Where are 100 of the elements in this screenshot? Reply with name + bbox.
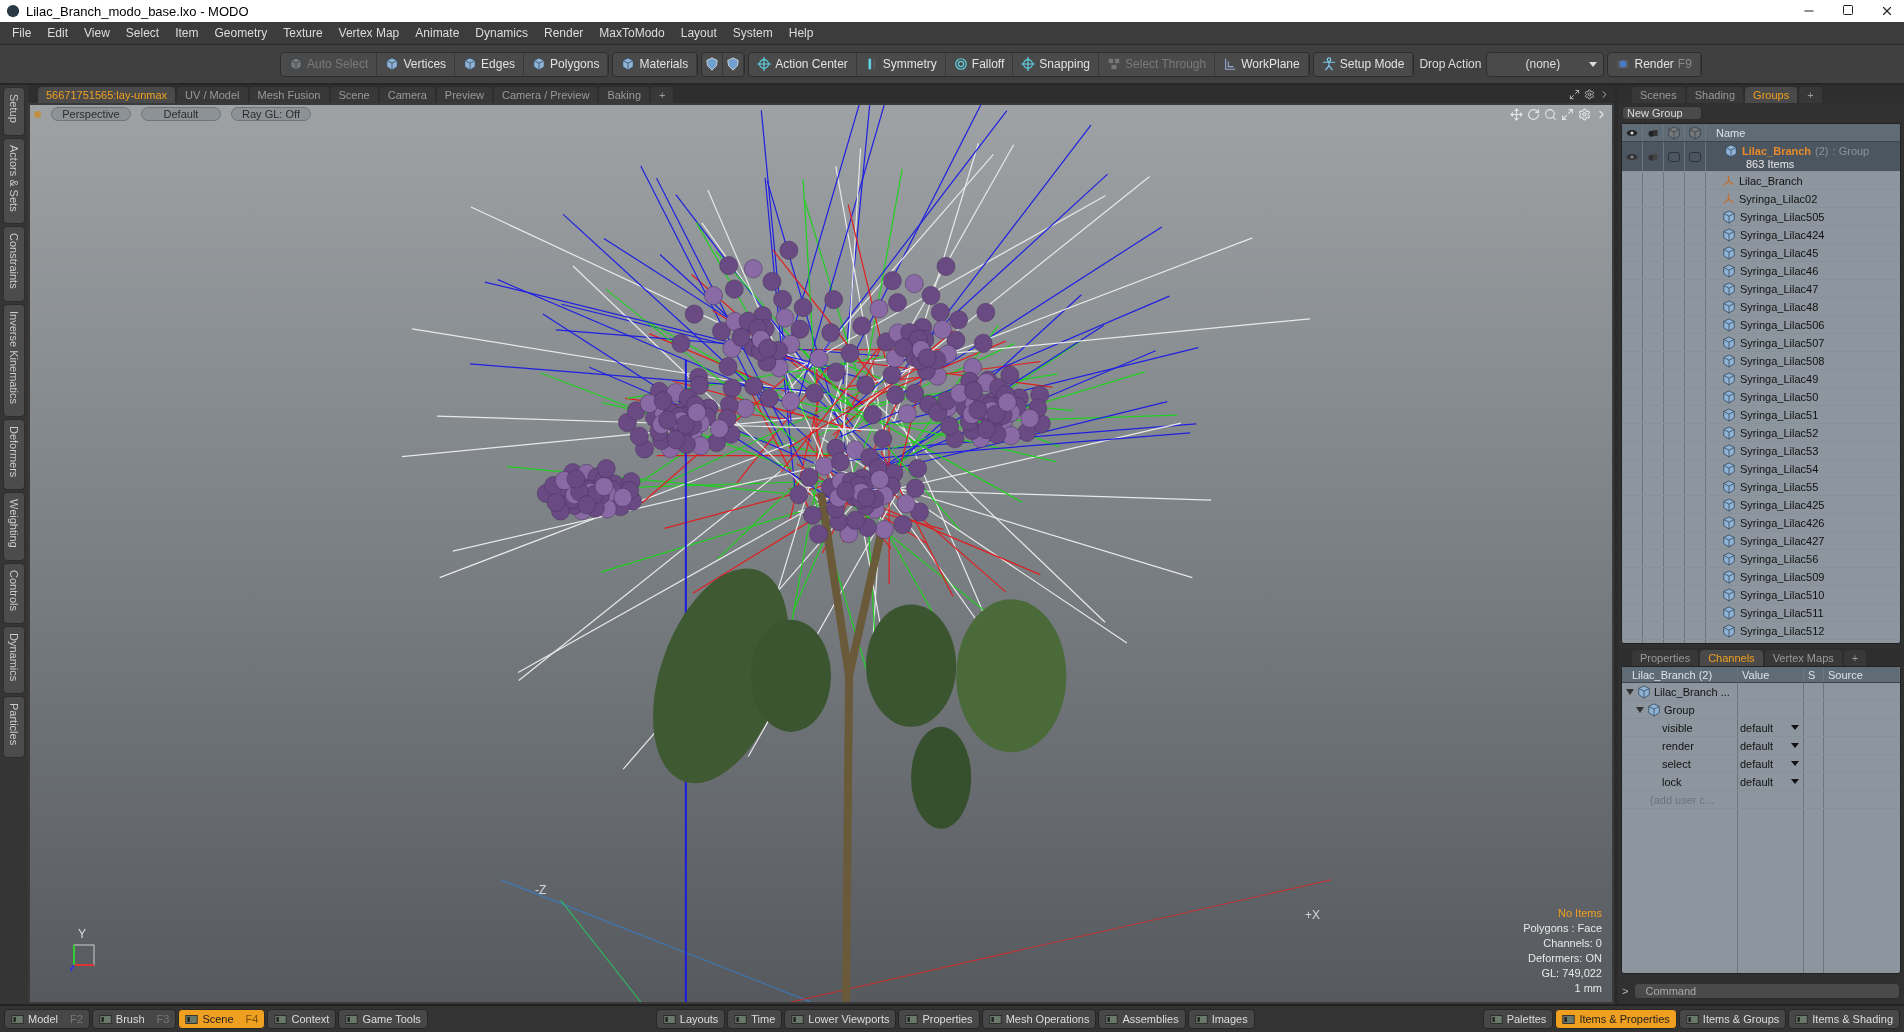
side-tab[interactable]: Inverse Kinematics — [3, 304, 25, 417]
list-item[interactable]: Syringa_Lilac02 — [1739, 192, 1818, 205]
toggle-box[interactable] — [1689, 151, 1701, 162]
list-item[interactable]: Syringa_Lilac46 — [1740, 264, 1819, 277]
viewport-tab[interactable]: Baking — [599, 87, 649, 103]
panel-tab[interactable]: Scenes — [1632, 87, 1685, 103]
maximize-icon[interactable] — [1569, 88, 1580, 100]
panel-tab[interactable]: Groups — [1745, 87, 1798, 103]
settings-icon[interactable] — [1584, 88, 1595, 100]
layout-tab[interactable]: Time — [727, 1009, 783, 1029]
list-item[interactable]: Syringa_Lilac54 — [1740, 462, 1819, 475]
layout-tab[interactable]: Properties — [898, 1009, 980, 1029]
list-item[interactable]: Syringa_Lilac425 — [1740, 498, 1825, 511]
side-tab[interactable]: Controls — [3, 563, 25, 624]
menu-item[interactable]: Layout — [672, 26, 725, 40]
layout-tab[interactable]: Lower Viewports — [784, 1009, 897, 1029]
side-tab[interactable]: Constraints — [3, 226, 25, 303]
layout-tab[interactable]: Context — [267, 1009, 337, 1029]
side-tab[interactable]: Dynamics — [3, 626, 25, 695]
viewport-button[interactable]: Perspective — [51, 107, 131, 121]
viewport-tab[interactable]: Camera — [379, 87, 435, 103]
value-dropdown[interactable]: default — [1740, 775, 1803, 788]
menu-item[interactable]: View — [76, 26, 118, 40]
close-icon[interactable] — [1880, 4, 1894, 18]
side-tab[interactable]: Particles — [3, 696, 25, 759]
viewport-button[interactable]: Default — [141, 107, 221, 121]
menu-item[interactable]: MaxToModo — [591, 26, 673, 40]
list-item[interactable]: Syringa_Lilac507 — [1740, 336, 1825, 349]
side-tab[interactable]: Weighting — [3, 492, 25, 562]
list-item[interactable]: Syringa_Lilac52 — [1740, 426, 1819, 439]
layout-tab[interactable]: Items & Shading — [1788, 1009, 1900, 1029]
menu-item[interactable]: Render — [536, 26, 592, 40]
panel-tab[interactable]: Channels — [1700, 650, 1763, 666]
toolbar-button[interactable]: Setup Mode — [1313, 52, 1414, 76]
list-item[interactable]: Syringa_Lilac51 — [1740, 408, 1819, 421]
toolbar-button[interactable]: WorkPlane — [1215, 52, 1309, 76]
list-item[interactable]: Syringa_Lilac48 — [1740, 300, 1819, 313]
menu-item[interactable]: Texture — [275, 26, 331, 40]
list-item[interactable]: Syringa_Lilac45 — [1740, 246, 1819, 259]
list-item[interactable]: Syringa_Lilac508 — [1740, 354, 1825, 367]
toolbar-button[interactable]: Symmetry — [856, 52, 946, 76]
list-item[interactable]: Syringa_Lilac506 — [1740, 318, 1825, 331]
search-icon[interactable] — [1544, 107, 1557, 121]
menu-item[interactable]: Dynamics — [467, 26, 536, 40]
list-item[interactable]: Syringa_Lilac424 — [1740, 228, 1825, 241]
toolbar-button[interactable]: Falloff — [945, 52, 1014, 76]
viewport-tab[interactable]: UV / Model — [177, 87, 248, 103]
list-item[interactable]: Syringa_Lilac427 — [1740, 534, 1825, 547]
viewport-tab[interactable]: Camera / Preview — [493, 87, 598, 103]
layout-tab[interactable]: Items & Groups — [1678, 1009, 1787, 1029]
viewport[interactable]: Perspective Default Ray GL: Off -Z +X Y No Items Polygons : Face Channels: 0 Deformers: ON GL: 749,022 1 mm — [28, 103, 1614, 1004]
value-dropdown[interactable]: default — [1740, 739, 1803, 752]
layout-tab[interactable]: Scene F4 — [178, 1009, 266, 1029]
viewport-tab[interactable]: 56671751565:lay-unmax — [38, 87, 176, 103]
layout-tab[interactable]: Layouts — [655, 1009, 726, 1029]
move-icon[interactable] — [1510, 107, 1523, 121]
layout-tab[interactable]: Items & Properties — [1555, 1009, 1677, 1029]
panel-tab[interactable]: Vertex Maps — [1764, 650, 1842, 666]
side-tab[interactable]: Setup — [3, 87, 25, 136]
drop-action-dropdown[interactable]: (none) — [1486, 51, 1605, 77]
panel-tab[interactable]: + — [1843, 650, 1867, 666]
viewport-tab[interactable]: Scene — [330, 87, 378, 103]
command-field[interactable]: Command — [1634, 983, 1900, 999]
list-item[interactable]: Syringa_Lilac55 — [1740, 480, 1819, 493]
expand-icon[interactable] — [1561, 107, 1574, 121]
tree-item[interactable]: Group — [1664, 703, 1695, 716]
layout-tab[interactable]: Images — [1187, 1009, 1255, 1029]
menu-item[interactable]: Select — [117, 26, 168, 40]
list-item[interactable]: Lilac_Branch — [1739, 174, 1803, 187]
layout-tab[interactable]: Mesh Operations — [981, 1009, 1097, 1029]
list-item[interactable]: Syringa_Lilac426 — [1740, 516, 1825, 529]
toolbar-button[interactable]: Render F9 — [1608, 52, 1701, 76]
layout-tab[interactable]: Palettes — [1482, 1009, 1554, 1029]
toolbar-button[interactable]: Materials — [613, 52, 698, 76]
panel-tab[interactable]: + — [1799, 87, 1822, 103]
value-dropdown[interactable]: default — [1740, 721, 1803, 734]
list-item[interactable]: Syringa_Lilac510 — [1740, 588, 1825, 601]
list-item[interactable]: Syringa_Lilac50 — [1740, 390, 1819, 403]
new-group-button[interactable]: New Group — [1622, 106, 1702, 120]
menu-item[interactable]: Item — [167, 26, 207, 40]
toolbar-button[interactable]: Snapping — [1013, 52, 1100, 76]
viewport-tab[interactable]: Mesh Fusion — [249, 87, 329, 103]
menu-item[interactable]: System — [724, 26, 781, 40]
list-item[interactable]: Syringa_Lilac56 — [1740, 552, 1819, 565]
viewport-button[interactable]: Ray GL: Off — [231, 107, 311, 121]
maximize-icon[interactable] — [1842, 4, 1854, 16]
side-tab[interactable]: Actors & Sets — [3, 137, 25, 225]
menu-item[interactable]: Geometry — [206, 26, 276, 40]
rotate-icon[interactable] — [1527, 107, 1540, 121]
menu-item[interactable]: File — [4, 26, 40, 40]
side-tab[interactable]: Deformers — [3, 418, 25, 491]
menu-item[interactable]: Vertex Map — [330, 26, 408, 40]
list-item[interactable]: Syringa_Lilac49 — [1740, 372, 1819, 385]
toolbar-button[interactable]: Edges — [455, 52, 525, 76]
value-dropdown[interactable]: default — [1740, 757, 1803, 770]
viewport-tab[interactable]: + — [651, 87, 674, 103]
layout-tab[interactable]: Game Tools — [338, 1009, 428, 1029]
list-item[interactable]: Syringa_Lilac512 — [1740, 624, 1825, 637]
tree-item[interactable]: Lilac_Branch ... — [1654, 685, 1730, 698]
toolbar-button[interactable]: Vertices — [377, 52, 456, 76]
